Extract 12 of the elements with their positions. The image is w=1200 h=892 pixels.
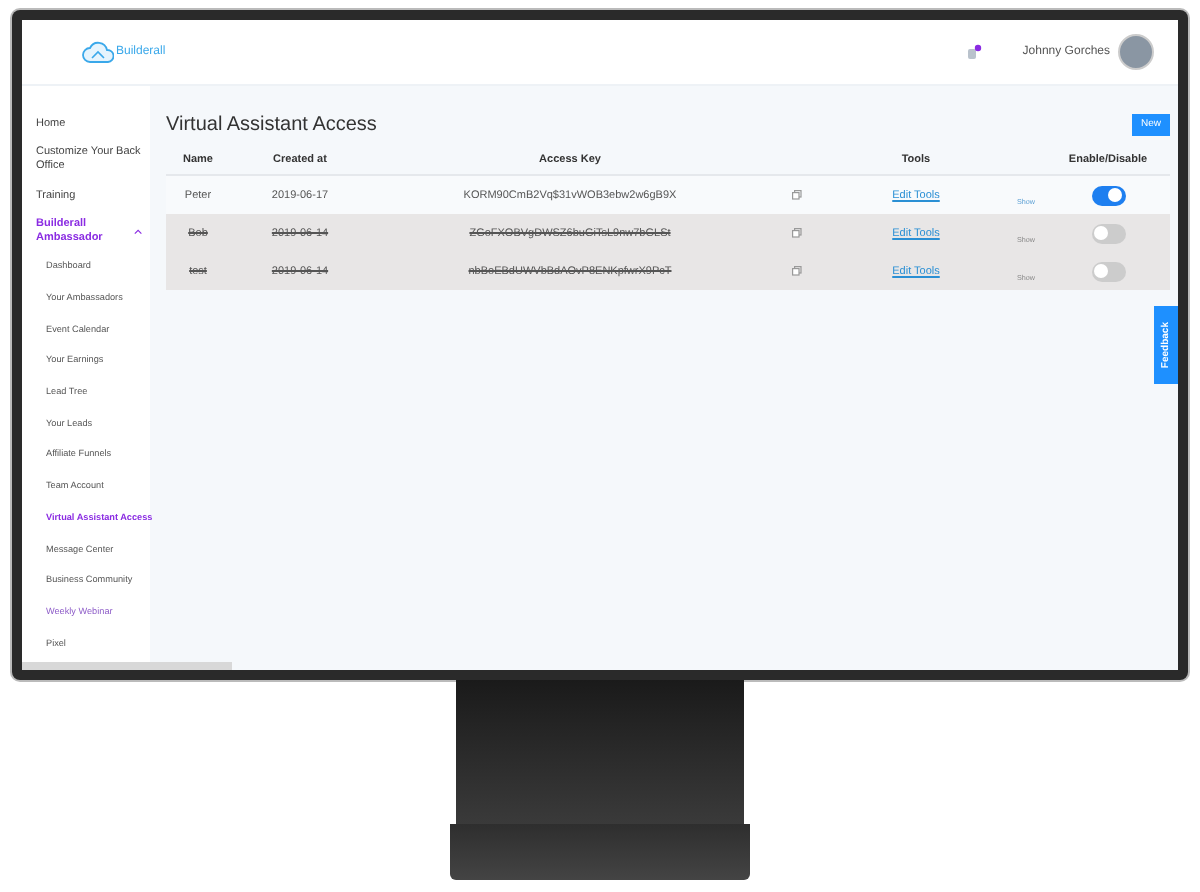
toggle-switch[interactable]: [1091, 223, 1125, 243]
toggle-switch[interactable]: [1091, 185, 1125, 205]
caret-icon: [133, 228, 142, 236]
notification-icon: [966, 44, 983, 60]
toggle-switch[interactable]: [1091, 261, 1125, 281]
copy-icon[interactable]: [791, 228, 801, 238]
copy-icon[interactable]: [791, 190, 801, 200]
page-title: Virtual Assistant Access: [166, 113, 377, 135]
avatar[interactable]: [1118, 34, 1154, 70]
cloud-logo-icon: [82, 40, 114, 64]
copy-icon[interactable]: [791, 266, 801, 276]
scrollbar[interactable]: [22, 662, 232, 670]
